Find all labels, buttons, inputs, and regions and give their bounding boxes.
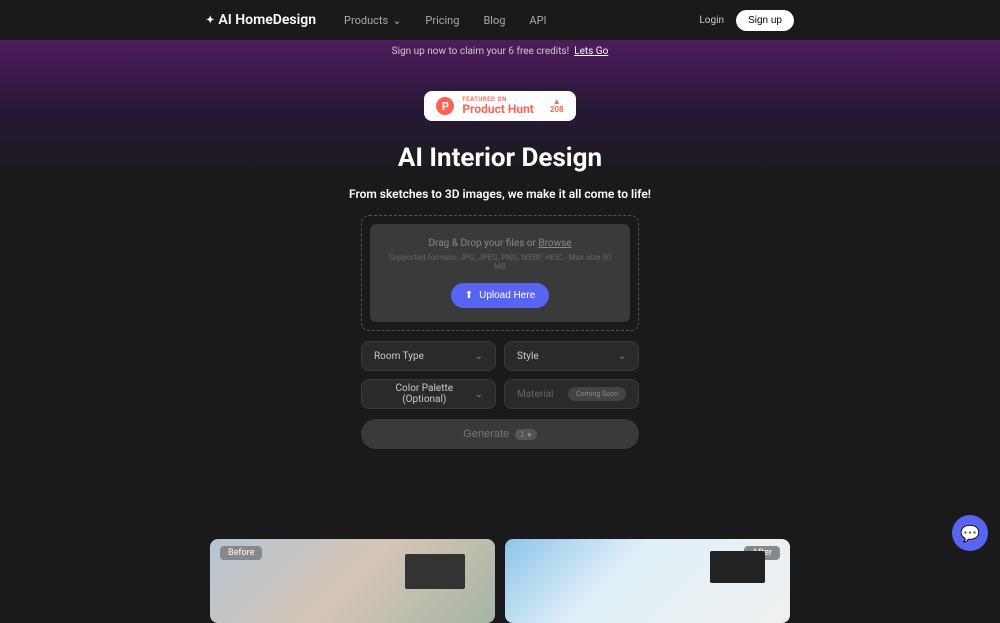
product-hunt-badge[interactable]: P FEATURED ON Product Hunt ▲ 208 — [424, 91, 575, 121]
color-palette-label: Color Palette (Optional) — [374, 383, 475, 405]
banner-text: Sign up now to claim your 6 free credits… — [392, 46, 570, 57]
logo-text: AI HomeDesign — [218, 12, 316, 28]
logo[interactable]: ✦ AI HomeDesign — [206, 12, 316, 28]
drag-text: Drag & Drop your files or — [428, 238, 538, 249]
promo-banner: Sign up now to claim your 6 free credits… — [0, 40, 1000, 63]
product-hunt-icon: P — [436, 97, 454, 115]
nav-blog[interactable]: Blog — [483, 14, 505, 27]
nav-products-label: Products — [344, 14, 388, 27]
room-type-dropdown[interactable]: Room Type ⌄ — [361, 341, 496, 371]
header-right: Login Sign up — [699, 10, 794, 31]
ph-vote-count: 208 — [550, 106, 564, 114]
upload-button[interactable]: ⬆ Upload Here — [451, 283, 550, 308]
controls: Room Type ⌄ Style ⌄ Color Palette (Optio… — [361, 341, 639, 409]
comparison-section: Before After — [210, 539, 790, 623]
login-link[interactable]: Login — [699, 15, 724, 26]
hero-subtitle: From sketches to 3D images, we make it a… — [0, 187, 1000, 201]
after-image: After — [505, 539, 790, 623]
style-label: Style — [517, 351, 539, 362]
browse-link[interactable]: Browse — [538, 238, 571, 249]
hero-title: AI Interior Design — [0, 143, 1000, 173]
material-dropdown: Material Coming Soon — [504, 379, 639, 409]
before-image: Before — [210, 539, 495, 623]
ph-votes: ▲ 208 — [550, 98, 564, 114]
signup-button[interactable]: Sign up — [736, 10, 794, 31]
generate-label: Generate — [463, 428, 509, 440]
product-hunt-text: FEATURED ON Product Hunt — [462, 97, 533, 115]
style-dropdown[interactable]: Style ⌄ — [504, 341, 639, 371]
upload-text: Drag & Drop your files or Browse — [384, 238, 616, 249]
material-label: Material — [517, 389, 553, 400]
chevron-down-icon: ⌄ — [475, 389, 483, 400]
ph-name: Product Hunt — [462, 103, 533, 115]
upload-inner: Drag & Drop your files or Browse Support… — [370, 224, 630, 322]
upload-formats: Supported formats: JPG, JPEG, PNG, WEBP,… — [384, 253, 616, 271]
chevron-down-icon: ⌄ — [618, 351, 626, 362]
chat-widget[interactable]: 💬 — [952, 515, 988, 551]
header: ✦ AI HomeDesign Products ⌄ Pricing Blog … — [0, 0, 1000, 40]
chat-icon: 💬 — [960, 524, 980, 543]
nav-products[interactable]: Products ⌄ — [344, 14, 401, 27]
chevron-down-icon: ⌄ — [475, 351, 483, 362]
upload-dropzone[interactable]: Drag & Drop your files or Browse Support… — [361, 215, 639, 331]
coming-soon-badge: Coming Soon — [568, 387, 626, 401]
nav-api[interactable]: API — [529, 14, 546, 27]
nav: Products ⌄ Pricing Blog API — [344, 14, 546, 27]
before-label: Before — [220, 546, 262, 560]
chevron-down-icon: ⌄ — [392, 14, 401, 27]
main-content: P FEATURED ON Product Hunt ▲ 208 AI Inte… — [0, 63, 1000, 623]
nav-pricing[interactable]: Pricing — [425, 14, 459, 27]
upload-icon: ⬆ — [465, 290, 473, 301]
room-type-label: Room Type — [374, 351, 424, 362]
sparkle-icon: ✦ — [206, 15, 214, 26]
color-palette-dropdown[interactable]: Color Palette (Optional) ⌄ — [361, 379, 496, 409]
generate-badge: 1 ● — [515, 429, 537, 440]
generate-button[interactable]: Generate 1 ● — [361, 419, 639, 449]
upload-button-label: Upload Here — [479, 290, 535, 301]
banner-link[interactable]: Lets Go — [574, 46, 608, 57]
